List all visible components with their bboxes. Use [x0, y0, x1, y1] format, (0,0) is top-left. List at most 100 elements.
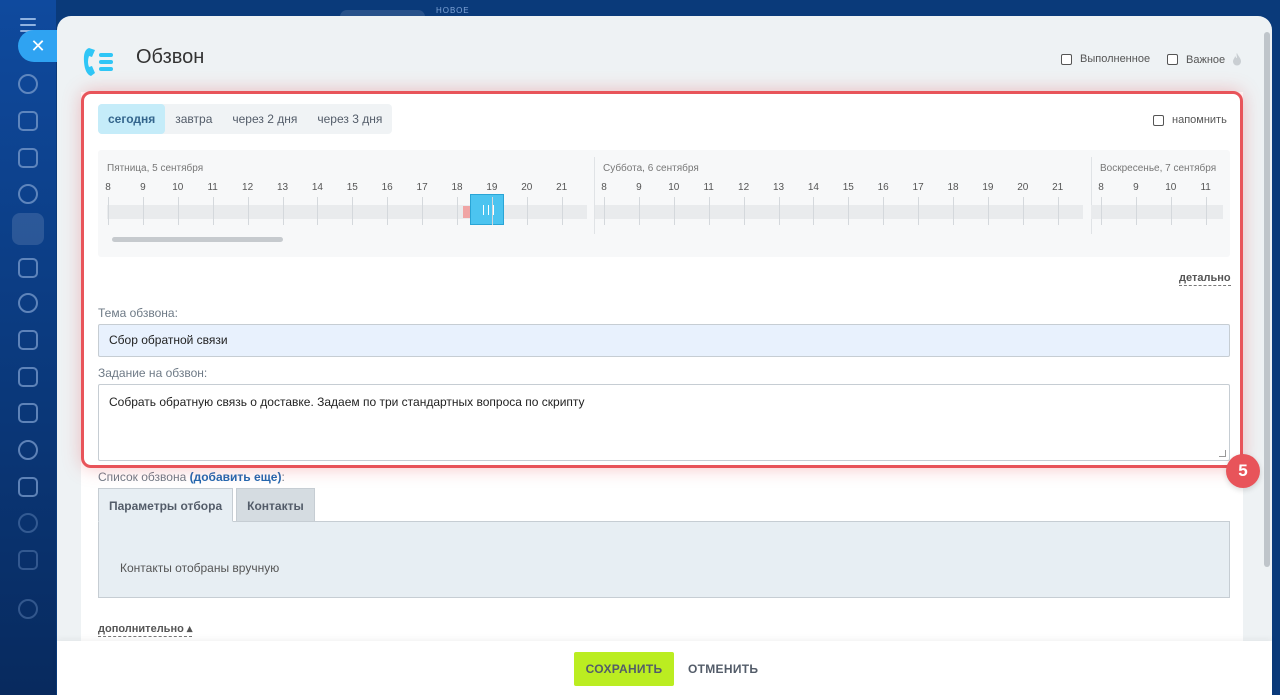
timeline-hour-tick: [108, 197, 109, 225]
close-slider-button[interactable]: ✕: [18, 30, 58, 62]
panel-scrollbar[interactable]: [1264, 32, 1270, 567]
timeline-track[interactable]: [595, 205, 1083, 219]
day-separator: [594, 157, 595, 234]
timeline-hour-tick: [1205, 197, 1207, 225]
task-label: Задание на обзвон:: [98, 366, 208, 380]
selected-time-slot[interactable]: [470, 194, 504, 225]
timeline-hour-tick: [422, 197, 424, 225]
avatar-icon[interactable]: [18, 513, 38, 533]
timeline-hour-tick: [638, 197, 640, 225]
step-badge: 5: [1226, 454, 1260, 488]
timeline-hour-tick: [212, 197, 214, 225]
timeline-hour-label: 18: [451, 182, 463, 193]
timeline-hour-tick: [953, 197, 954, 225]
completed-checkbox[interactable]: Выполненное: [1061, 53, 1150, 65]
timeline-hour-tick: [987, 197, 989, 225]
mail-icon[interactable]: [18, 403, 38, 423]
timeline-hour-tick: [561, 197, 563, 225]
robot-icon[interactable]: [18, 293, 38, 313]
calendar-icon[interactable]: [18, 258, 38, 278]
day-tabs: сегодня завтра через 2 дня через 3 дня: [98, 104, 393, 134]
tab-filter-params[interactable]: Параметры отбора: [98, 488, 234, 522]
settings-icon[interactable]: [18, 599, 38, 619]
timeline-track[interactable]: [107, 205, 587, 219]
timeline-hour-label: 17: [912, 182, 924, 193]
timeline-hour-tick: [317, 197, 319, 225]
timeline-hour-label: 11: [703, 182, 714, 193]
important-label: Важное: [1186, 53, 1226, 66]
timeline-hour-label: 10: [668, 182, 680, 193]
timeline-hour-tick: [883, 197, 885, 225]
timeline-hour-tick: [848, 197, 850, 225]
timeline-hour-label: 9: [140, 182, 146, 193]
timeline-hour-label: 8: [105, 182, 111, 193]
resize-handle[interactable]: [1219, 450, 1226, 457]
important-checkbox-box[interactable]: [1167, 54, 1178, 65]
timeline-hour-tick: [247, 197, 249, 225]
timeline-hour-label: 19: [982, 182, 994, 193]
timeline-hour-label: 9: [636, 182, 642, 193]
timeline-hour-label: 10: [172, 182, 184, 193]
page-title: Обзвон: [136, 46, 205, 68]
card-icon[interactable]: [18, 367, 38, 387]
apps-icon[interactable]: [18, 550, 38, 570]
timeline-hour-tick: [1101, 197, 1102, 225]
timeline-hour-tick: [352, 197, 354, 225]
important-checkbox[interactable]: Важное: [1167, 53, 1242, 66]
timeline-hour-tick: [813, 197, 815, 225]
tasks-icon[interactable]: [18, 111, 38, 131]
day-tab-today[interactable]: сегодня: [98, 104, 166, 134]
timeline-track[interactable]: [1091, 205, 1223, 219]
call-list-status: Контакты отобраны вручную: [120, 561, 280, 575]
topic-input[interactable]: Сбор обратной связи: [98, 324, 1230, 357]
task-textarea[interactable]: Собрать обратную связь о доставке. Задае…: [98, 384, 1230, 461]
remind-checkbox[interactable]: напомнить: [1153, 114, 1227, 126]
timeline-hour-label: 8: [1098, 182, 1104, 193]
contacts-icon[interactable]: [18, 440, 38, 460]
more-link-label: дополнительно: [98, 623, 184, 635]
day-tab-tomorrow[interactable]: завтра: [165, 104, 222, 134]
remind-checkbox-box[interactable]: [1153, 114, 1164, 126]
timeline-hour-label: 21: [1052, 182, 1064, 193]
timeline-hour-label: 16: [381, 182, 393, 193]
timeline-day-label: Суббота, 6 сентября: [603, 163, 699, 174]
tab-contacts[interactable]: Контакты: [236, 488, 315, 522]
sites-icon[interactable]: [18, 184, 38, 204]
chat-icon[interactable]: [18, 148, 38, 168]
add-more-link[interactable]: (добавить еще): [190, 470, 282, 484]
timeline-hour-label: 10: [1165, 182, 1177, 193]
save-button[interactable]: СОХРАНИТЬ: [574, 652, 674, 686]
timeline-hour-tick: [142, 197, 144, 225]
timeline-hour-label: 13: [772, 182, 785, 193]
timeline-hour-tick: [491, 197, 493, 225]
timeline-hour-label: 21: [556, 182, 568, 193]
timeline-scrollbar[interactable]: [112, 237, 283, 242]
planner-timeline[interactable]: Пятница, 5 сентября Суббота, 6 сентября …: [98, 150, 1230, 257]
call-list-colon: :: [281, 470, 285, 484]
completed-checkbox-box[interactable]: [1061, 53, 1072, 65]
timeline-hour-tick: [177, 197, 179, 225]
more-link[interactable]: дополнительно ▴: [98, 623, 193, 637]
timeline-hour-tick: [743, 197, 745, 225]
monitor-icon[interactable]: [18, 477, 38, 497]
call-list-title: Список обзвона: [98, 470, 187, 484]
cancel-button[interactable]: ОТМЕНИТЬ: [688, 652, 758, 686]
day-tab-in-3-days[interactable]: через 3 дня: [307, 104, 392, 134]
timeline-hour-tick: [282, 197, 284, 225]
timeline-hour-tick: [918, 197, 920, 225]
flame-icon: [1233, 53, 1242, 66]
timeline-hour-label: 20: [1017, 182, 1029, 193]
details-link[interactable]: детально: [1179, 272, 1231, 286]
crm-icon-active[interactable]: [12, 213, 44, 245]
document-icon[interactable]: [18, 330, 38, 350]
pulse-icon[interactable]: [18, 74, 38, 94]
timeline-hour-tick: [1170, 197, 1172, 225]
timeline-hour-label: 15: [842, 182, 854, 193]
timeline-hour-label: 20: [521, 182, 533, 193]
timeline-hour-tick: [457, 197, 458, 225]
timeline-hour-tick: [708, 197, 710, 225]
timeline-hour-label: 9: [1133, 182, 1139, 193]
call-list-tab-body: Контакты отобраны вручную: [98, 521, 1230, 598]
call-icon: [83, 48, 113, 76]
day-tab-in-2-days[interactable]: через 2 дня: [222, 104, 307, 134]
